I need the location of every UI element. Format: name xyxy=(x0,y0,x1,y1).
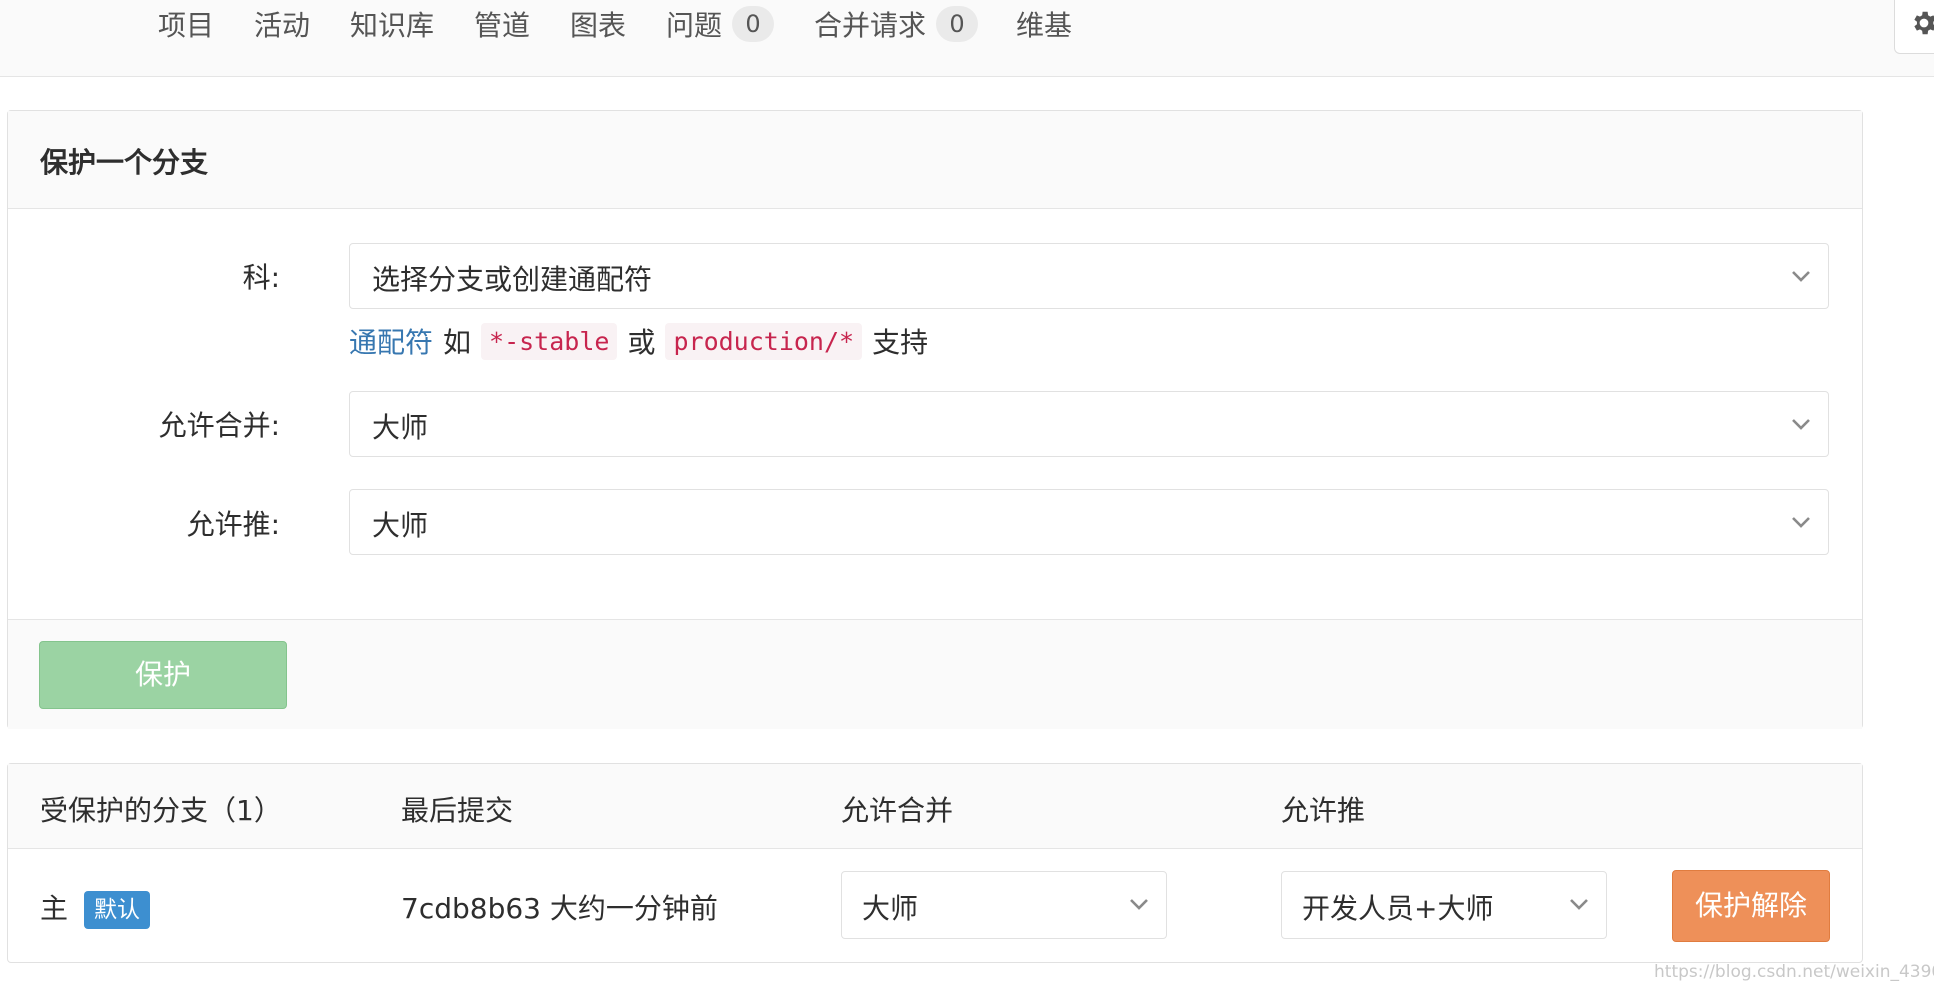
column-header-allowed-to-push: 允许推 xyxy=(1281,794,1366,827)
nav-item-merge-requests[interactable]: 合并请求 0 xyxy=(814,4,979,44)
nav-item-activity[interactable]: 活动 xyxy=(254,4,310,44)
settings-button[interactable] xyxy=(1894,0,1934,54)
hint-text: 或 xyxy=(627,326,656,359)
table-header: 受保护的分支（1） 最后提交 允许合并 允许推 xyxy=(8,764,1862,849)
gear-icon xyxy=(1914,11,1934,35)
nav-item-pipelines[interactable]: 管道 xyxy=(474,4,530,44)
allowed-to-push-value: 大师 xyxy=(372,509,429,542)
nav-item-label: 活动 xyxy=(254,9,311,42)
merge-requests-count-badge: 0 xyxy=(936,6,979,42)
chevron-down-icon xyxy=(1130,899,1148,910)
hint-text: 如 xyxy=(443,326,472,359)
row-allowed-to-push-value: 开发人员+大师 xyxy=(1302,892,1494,925)
nav-item-label: 合并请求 xyxy=(814,9,927,42)
last-commit-cell: 7cdb8b63 大约一分钟前 xyxy=(401,892,718,925)
allowed-to-merge-value: 大师 xyxy=(372,411,429,444)
nav-item-graphs[interactable]: 图表 xyxy=(570,4,626,44)
nav-item-issues[interactable]: 问题 0 xyxy=(666,4,775,44)
nav-item-label: 项目 xyxy=(158,9,215,42)
allowed-to-push-select[interactable]: 大师 xyxy=(349,489,1829,555)
protected-branches-table: 受保护的分支（1） 最后提交 允许合并 允许推 主默认 7cdb8b63 大约一… xyxy=(7,763,1863,963)
nav-item-label: 问题 xyxy=(666,9,723,42)
branch-label: 科: xyxy=(242,261,280,294)
column-header-branch: 受保护的分支（1） xyxy=(40,794,282,827)
allowed-to-merge-label: 允许合并: xyxy=(158,409,280,442)
column-header-last-commit: 最后提交 xyxy=(401,794,514,827)
hint-text: 支持 xyxy=(872,326,929,359)
branch-cell: 主默认 xyxy=(40,887,151,929)
branch-name: 主 xyxy=(40,892,69,925)
nav-item-label: 知识库 xyxy=(350,9,435,42)
allowed-to-merge-select[interactable]: 大师 xyxy=(349,391,1829,457)
branch-select-value: 选择分支或创建通配符 xyxy=(372,263,653,296)
unprotect-button[interactable]: 保护解除 xyxy=(1672,870,1830,942)
hint-code-production: production/* xyxy=(665,322,863,360)
hint-code-stable: *-stable xyxy=(481,322,618,360)
watermark: https://blog.csdn.net/weixin_43908136 xyxy=(1654,962,1934,982)
row-allowed-to-merge-value: 大师 xyxy=(862,892,919,925)
chevron-down-icon xyxy=(1792,517,1810,528)
panel-title: 保护一个分支 xyxy=(40,146,209,179)
nav-item-wiki[interactable]: 维基 xyxy=(1016,4,1072,44)
nav-item-repository[interactable]: 知识库 xyxy=(350,4,434,44)
branch-select[interactable]: 选择分支或创建通配符 xyxy=(349,243,1829,309)
wildcard-link[interactable]: 通配符 xyxy=(349,321,433,361)
issues-count-badge: 0 xyxy=(732,6,775,42)
nav-item-label: 维基 xyxy=(1016,9,1073,42)
column-header-allowed-to-merge: 允许合并 xyxy=(841,794,954,827)
allowed-to-push-label: 允许推: xyxy=(186,508,280,541)
protect-button[interactable]: 保护 xyxy=(39,641,287,709)
chevron-down-icon xyxy=(1792,271,1810,282)
row-allowed-to-merge-select[interactable]: 大师 xyxy=(841,871,1167,939)
nav-item-project[interactable]: 项目 xyxy=(158,4,214,44)
protect-branch-panel: 保护一个分支 科: 选择分支或创建通配符 通配符 如 *-stable 或 pr… xyxy=(7,110,1863,729)
chevron-down-icon xyxy=(1792,419,1810,430)
chevron-down-icon xyxy=(1570,899,1588,910)
nav-item-label: 管道 xyxy=(474,9,531,42)
wildcard-hint: 通配符 如 *-stable 或 production/* 支持 xyxy=(349,321,928,361)
top-nav: 项目 活动 知识库 管道 图表 问题 0 合并请求 0 维基 xyxy=(0,0,1934,77)
panel-header: 保护一个分支 xyxy=(8,111,1862,209)
nav-item-label: 图表 xyxy=(570,9,627,42)
row-allowed-to-push-select[interactable]: 开发人员+大师 xyxy=(1281,871,1607,939)
default-badge: 默认 xyxy=(84,891,151,929)
panel-footer: 保护 xyxy=(8,619,1862,729)
